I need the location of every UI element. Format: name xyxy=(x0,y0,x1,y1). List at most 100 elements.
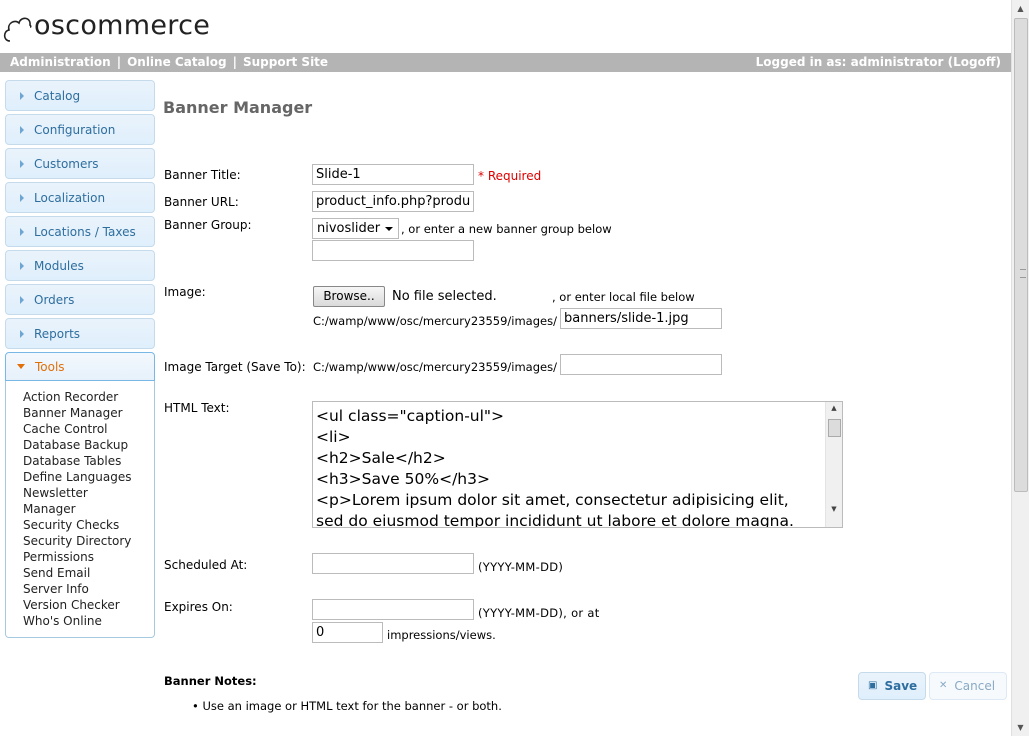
save-label: Save xyxy=(884,679,918,693)
sidebar: Catalog Configuration Customers Localiza… xyxy=(5,80,155,638)
top-navigation-bar: Administration | Online Catalog | Support Si… xyxy=(0,53,1011,72)
submenu-link[interactable]: Version Checker xyxy=(23,597,154,613)
sidebar-item-reports[interactable]: Reports xyxy=(5,318,155,349)
cloud-icon xyxy=(3,17,32,42)
triangle-right-icon xyxy=(20,193,24,202)
oscommerce-logo[interactable]: oscommerce xyxy=(2,4,210,46)
sidebar-item-localization[interactable]: Localization xyxy=(5,182,155,213)
triangle-right-icon xyxy=(20,295,24,304)
banner-group-label: Banner Group: xyxy=(164,218,252,232)
image-label: Image: xyxy=(164,285,206,299)
sidebar-item-label: Localization xyxy=(34,190,106,205)
banner-notes-item: • Use an image or HTML text for the bann… xyxy=(192,699,502,713)
html-text-textarea[interactable]: <ul class="caption-ul"> <li> <h2>Sale</h… xyxy=(312,401,843,528)
sidebar-item-label: Customers xyxy=(34,156,99,171)
close-icon: ✕ xyxy=(939,680,948,691)
new-banner-group-input[interactable] xyxy=(312,240,474,261)
submenu-link[interactable]: Server Info xyxy=(23,581,154,597)
image-target-input[interactable] xyxy=(560,354,722,375)
submenu-link[interactable]: Database Tables xyxy=(23,453,154,469)
image-path-prefix: C:/wamp/www/osc/mercury23559/images/ xyxy=(313,314,557,328)
target-path-prefix: C:/wamp/www/osc/mercury23559/images/ xyxy=(313,360,557,374)
triangle-right-icon xyxy=(20,125,24,134)
sidebar-item-configuration[interactable]: Configuration xyxy=(5,114,155,145)
save-button[interactable]: ▣ Save xyxy=(858,672,926,700)
link-administration[interactable]: Administration xyxy=(10,55,111,69)
triangle-right-icon xyxy=(20,91,24,100)
sidebar-item-label: Tools xyxy=(35,359,65,374)
html-text-label: HTML Text: xyxy=(164,401,230,415)
sidebar-item-label: Modules xyxy=(34,258,84,273)
sidebar-item-tools[interactable]: Tools xyxy=(5,352,155,381)
separator: | xyxy=(116,55,122,69)
impressions-input[interactable]: 0 xyxy=(312,622,383,643)
no-file-selected-text: No file selected. xyxy=(392,289,497,304)
scroll-up-arrow-icon[interactable]: ▲ xyxy=(1012,0,1029,17)
submenu-link[interactable]: Database Backup xyxy=(23,437,154,453)
triangle-right-icon xyxy=(20,261,24,270)
scroll-up-arrow-icon[interactable]: ▲ xyxy=(826,404,842,412)
banner-title-input[interactable]: Slide-1 xyxy=(312,164,474,185)
banner-group-select[interactable]: nivoslider xyxy=(312,218,399,239)
scheduled-at-input[interactable] xyxy=(312,553,474,574)
scheduled-at-label: Scheduled At: xyxy=(164,558,248,572)
textarea-scrollbar[interactable]: ▲ ▼ xyxy=(825,402,842,527)
tools-submenu: Action Recorder Banner Manager Cache Con… xyxy=(5,381,155,638)
link-online-catalog[interactable]: Online Catalog xyxy=(127,55,227,69)
logged-in-logoff-link[interactable]: Logged in as: administrator (Logoff) xyxy=(756,55,1001,69)
grip-icon xyxy=(1020,269,1026,278)
date-format-hint: (YYYY-MM-DD) xyxy=(478,560,564,574)
sidebar-item-customers[interactable]: Customers xyxy=(5,148,155,179)
sidebar-item-modules[interactable]: Modules xyxy=(5,250,155,281)
browse-button[interactable]: Browse.. xyxy=(313,286,385,307)
submenu-link[interactable]: Who's Online xyxy=(23,613,154,629)
submenu-link[interactable]: Manager xyxy=(23,501,154,517)
submenu-link[interactable]: Banner Manager xyxy=(23,405,154,421)
submenu-link[interactable]: Action Recorder xyxy=(23,389,154,405)
sidebar-item-label: Configuration xyxy=(34,122,116,137)
html-text-content: <ul class="caption-ul"> <li> <h2>Sale</h… xyxy=(316,407,794,528)
page-title: Banner Manager xyxy=(163,98,313,117)
scroll-thumb[interactable] xyxy=(828,419,841,437)
expires-hint: (YYYY-MM-DD), or at xyxy=(478,606,600,620)
banner-url-input[interactable]: product_info.php?produ xyxy=(312,191,474,212)
submenu-link[interactable]: Permissions xyxy=(23,549,154,565)
scroll-down-arrow-icon[interactable]: ▼ xyxy=(1012,719,1029,736)
submenu-link[interactable]: Security Directory xyxy=(23,533,154,549)
sidebar-item-locations-taxes[interactable]: Locations / Taxes xyxy=(5,216,155,247)
expires-on-label: Expires On: xyxy=(164,600,233,614)
submenu-link[interactable]: Cache Control xyxy=(23,421,154,437)
image-target-label: Image Target (Save To): xyxy=(164,360,306,374)
submenu-link[interactable]: Send Email xyxy=(23,565,154,581)
expires-on-input[interactable] xyxy=(312,599,474,620)
scroll-thumb[interactable] xyxy=(1014,18,1028,492)
triangle-right-icon xyxy=(20,159,24,168)
sidebar-item-orders[interactable]: Orders xyxy=(5,284,155,315)
submenu-link[interactable]: Define Languages xyxy=(23,469,154,485)
cancel-button[interactable]: ✕ Cancel xyxy=(929,672,1007,700)
select-value: nivoslider xyxy=(317,221,381,236)
separator: | xyxy=(232,55,237,69)
impressions-label: impressions/views. xyxy=(387,628,496,642)
link-support-site[interactable]: Support Site xyxy=(243,55,328,69)
brand-name: oscommerce xyxy=(34,9,211,41)
submenu-link[interactable]: Security Checks xyxy=(23,517,154,533)
chevron-down-icon xyxy=(385,227,393,231)
submenu-link[interactable]: Newsletter xyxy=(23,485,154,501)
required-note: * Required xyxy=(478,169,542,183)
page-scrollbar[interactable]: ▲ ▼ xyxy=(1011,0,1029,736)
scroll-down-arrow-icon[interactable]: ▼ xyxy=(826,505,842,513)
sidebar-item-label: Locations / Taxes xyxy=(34,224,136,239)
disk-icon: ▣ xyxy=(868,680,878,691)
triangle-down-icon xyxy=(17,364,25,369)
sidebar-item-label: Orders xyxy=(34,292,75,307)
sidebar-item-label: Catalog xyxy=(34,88,81,103)
image-local-input[interactable]: banners/slide-1.jpg xyxy=(560,308,722,329)
image-hint: , or enter local file below xyxy=(552,290,695,304)
triangle-right-icon xyxy=(20,329,24,338)
sidebar-item-label: Reports xyxy=(34,326,81,341)
triangle-right-icon xyxy=(20,227,24,236)
cancel-label: Cancel xyxy=(954,679,996,693)
note-text: Use an image or HTML text for the banner… xyxy=(202,699,502,713)
sidebar-item-catalog[interactable]: Catalog xyxy=(5,80,155,111)
